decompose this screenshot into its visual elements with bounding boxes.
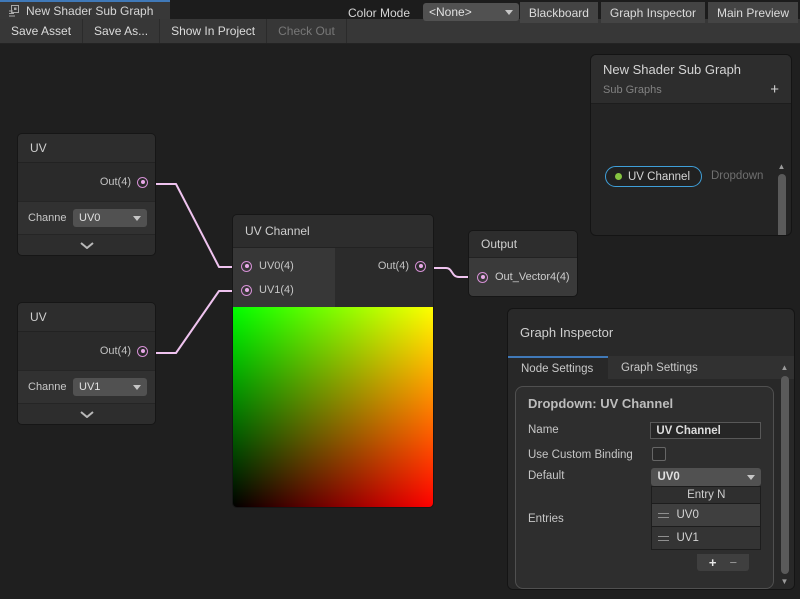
chevron-down-icon [133, 385, 141, 394]
uv-preview-gradient [233, 307, 433, 507]
channel-dropdown[interactable]: UV1 [73, 378, 147, 396]
color-mode-dropdown[interactable]: <None> [423, 3, 519, 21]
channel-label: Channe [28, 212, 73, 224]
scroll-up-icon[interactable]: ▲ [778, 162, 786, 172]
node-title: Output [481, 237, 517, 251]
entries-list: Entry N UV0 UV1 [651, 486, 761, 550]
chevron-down-icon [133, 216, 141, 225]
dropdown-settings-box: Dropdown: UV Channel Name UV Channel Use… [515, 386, 774, 589]
default-label: Default [528, 468, 651, 486]
node-output[interactable]: Output Out_Vector4(4) [469, 231, 577, 296]
shader-graph-icon [8, 5, 20, 17]
save-asset-button[interactable]: Save Asset [0, 19, 83, 43]
port-label: Out(4) [100, 176, 131, 188]
blackboard-panel: New Shader Sub Graph Sub Graphs + UV Cha… [590, 54, 792, 236]
channel-label: Channe [28, 381, 73, 393]
output-port[interactable] [137, 346, 148, 357]
document-tab[interactable]: New Shader Sub Graph [0, 0, 170, 19]
entries-label: Entries [528, 511, 651, 525]
output-port[interactable] [415, 261, 426, 272]
use-custom-binding-label: Use Custom Binding [528, 447, 652, 461]
channel-dropdown[interactable]: UV0 [73, 209, 147, 227]
color-mode-value: <None> [429, 5, 472, 19]
port-label: Out(4) [378, 260, 409, 272]
scrollbar-thumb[interactable] [781, 376, 789, 574]
tab-node-settings[interactable]: Node Settings [508, 356, 608, 379]
scroll-up-icon[interactable]: ▲ [781, 363, 789, 373]
node-title: UV [30, 141, 47, 155]
property-pill-uv-channel[interactable]: UV Channel [605, 166, 702, 187]
entries-list-footer: + − [697, 554, 749, 571]
port-label: UV1(4) [259, 284, 294, 296]
check-out-button: Check Out [267, 19, 347, 43]
tab-title: New Shader Sub Graph [26, 4, 153, 18]
channel-value: UV1 [79, 381, 100, 393]
add-entry-button[interactable]: + [709, 556, 717, 569]
entry-value: UV1 [676, 532, 698, 544]
use-custom-binding-checkbox[interactable] [652, 447, 666, 461]
entry-row[interactable]: UV1 [651, 527, 761, 550]
channel-value: UV0 [79, 212, 100, 224]
blackboard-header: New Shader Sub Graph Sub Graphs + [591, 55, 791, 104]
inspector-body: Dropdown: UV Channel Name UV Channel Use… [508, 379, 794, 589]
chevron-down-icon [80, 411, 94, 418]
green-dot-icon [615, 173, 622, 180]
node-title: UV Channel [245, 224, 310, 238]
port-label: Out_Vector4(4) [495, 271, 570, 283]
settings-box-title: Dropdown: UV Channel [516, 387, 773, 417]
graph-inspector-toggle-button[interactable]: Graph Inspector [601, 2, 705, 23]
chevron-down-icon [505, 10, 513, 19]
chevron-down-icon [747, 475, 755, 484]
node-uv-b[interactable]: UV Out(4) Channe UV1 [18, 303, 155, 424]
node-uv-a[interactable]: UV Out(4) Channe UV0 [18, 134, 155, 255]
input-port-uv0[interactable] [241, 261, 252, 272]
default-value: UV0 [657, 471, 679, 483]
inspector-tabs: Node Settings Graph Settings [508, 356, 794, 379]
node-uv-channel[interactable]: UV Channel UV0(4) UV1(4) Out(4) [233, 215, 433, 507]
scroll-down-icon[interactable]: ▼ [781, 577, 789, 587]
input-port[interactable] [477, 272, 488, 283]
node-title: UV [30, 310, 47, 324]
inspector-scrollbar[interactable]: ▲ ▼ [778, 363, 791, 587]
default-dropdown[interactable]: UV0 [651, 468, 761, 486]
entries-list-header: Entry N [651, 486, 761, 504]
tab-graph-settings[interactable]: Graph Settings [608, 356, 711, 379]
show-in-project-button[interactable]: Show In Project [160, 19, 267, 43]
inspector-title: Graph Inspector [508, 309, 794, 356]
blackboard-toggle-button[interactable]: Blackboard [520, 2, 598, 23]
name-input[interactable]: UV Channel [650, 422, 761, 439]
drag-handle-icon[interactable] [658, 536, 669, 541]
add-property-button[interactable]: + [770, 82, 779, 97]
toolbar-toggles: Blackboard Graph Inspector Main Preview [520, 2, 798, 23]
color-mode-label: Color Mode [348, 0, 410, 25]
entry-row[interactable]: UV0 [651, 504, 761, 527]
save-as-button[interactable]: Save As... [83, 19, 160, 43]
blackboard-subtitle: Sub Graphs [603, 84, 662, 96]
chevron-down-icon [80, 242, 94, 249]
property-name: UV Channel [628, 171, 690, 183]
scrollbar-thumb[interactable] [778, 174, 786, 236]
collapse-button[interactable] [18, 403, 155, 424]
port-label: UV0(4) [259, 260, 294, 272]
graph-inspector-panel: Graph Inspector Node Settings Graph Sett… [507, 308, 795, 590]
name-label: Name [528, 422, 650, 439]
drag-handle-icon[interactable] [658, 513, 669, 518]
entry-value: UV0 [676, 509, 698, 521]
input-port-uv1[interactable] [241, 285, 252, 296]
collapse-button[interactable] [18, 234, 155, 255]
remove-entry-button[interactable]: − [730, 556, 738, 569]
property-type-label: Dropdown [711, 170, 763, 182]
output-port[interactable] [137, 177, 148, 188]
port-label: Out(4) [100, 345, 131, 357]
main-preview-toggle-button[interactable]: Main Preview [708, 2, 798, 23]
blackboard-title: New Shader Sub Graph [603, 62, 779, 77]
blackboard-scrollbar[interactable]: ▲ ▼ [775, 162, 788, 236]
